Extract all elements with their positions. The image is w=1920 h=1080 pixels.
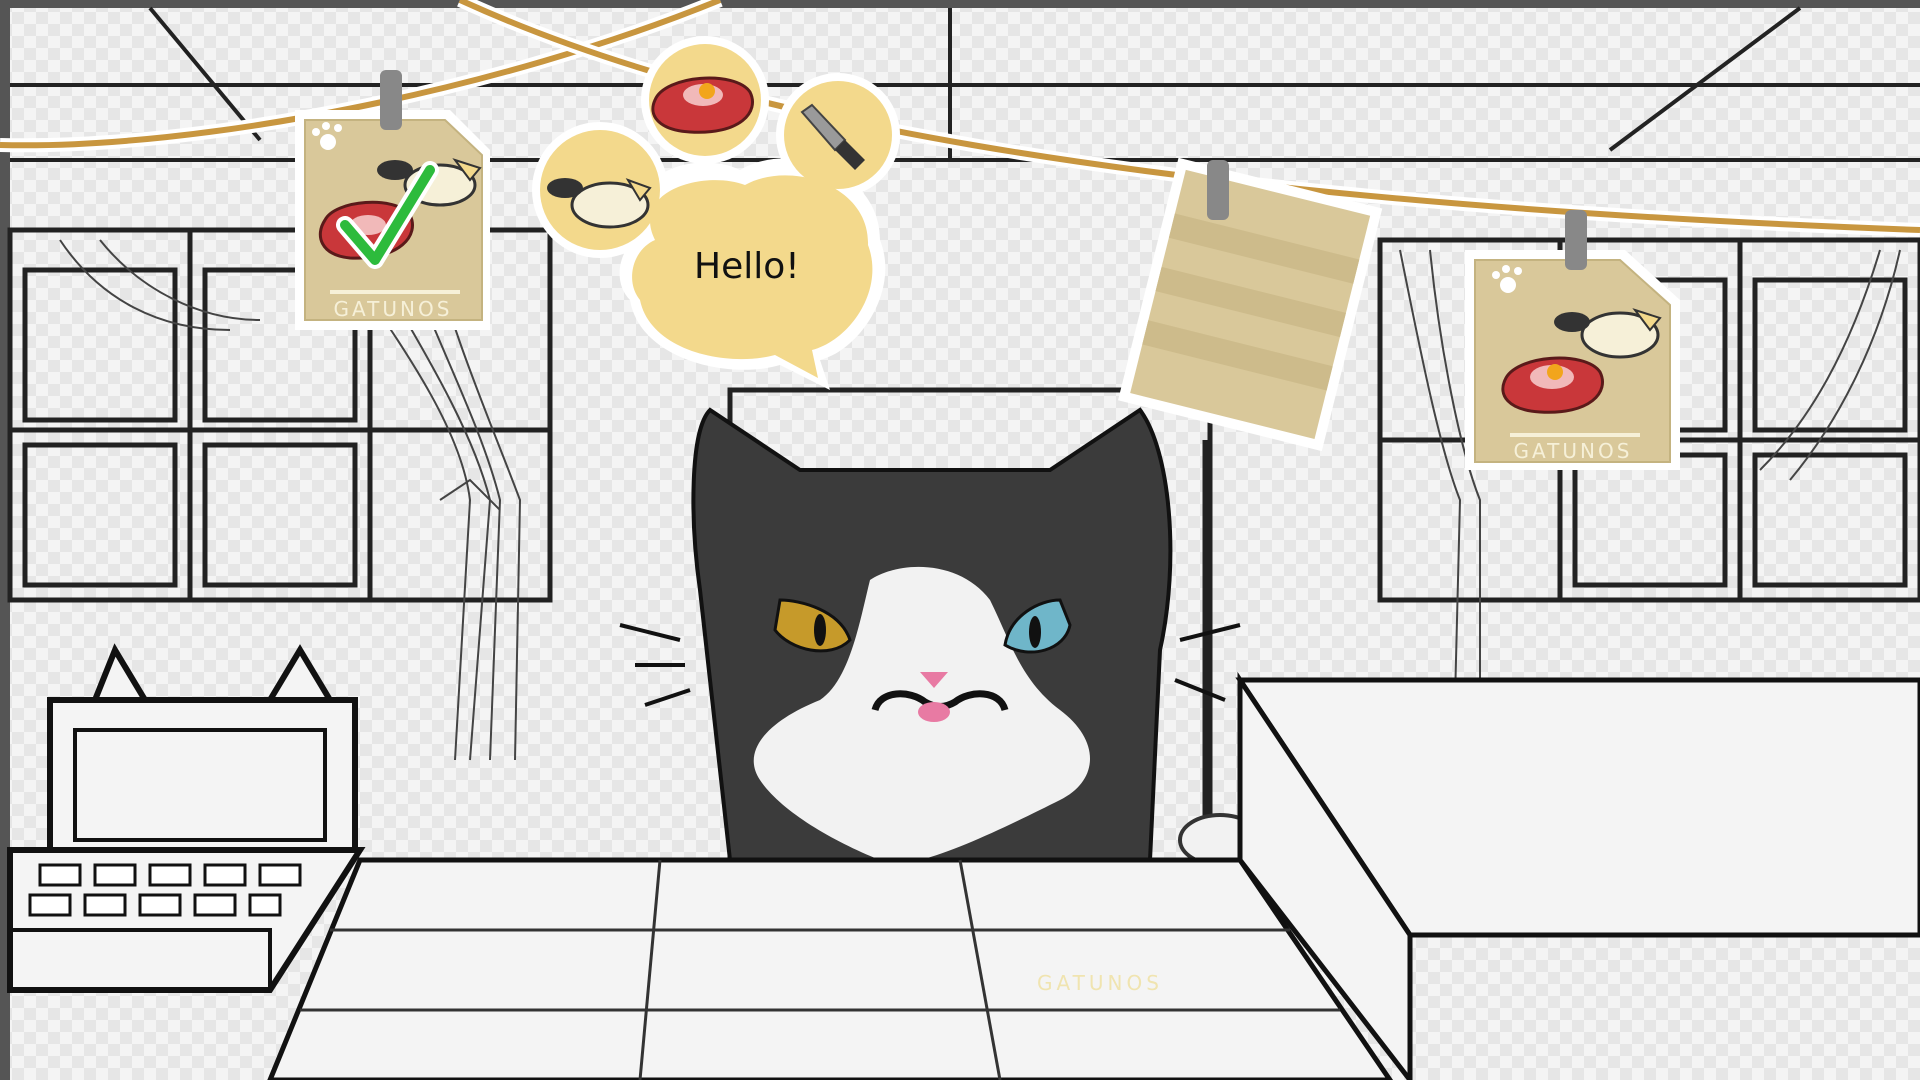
steak-egg-icon [1501, 356, 1604, 414]
clothespin-icon [1207, 160, 1229, 220]
cat-right-pupil [1029, 616, 1041, 648]
game-stage: GATUNOS GATUNOS GATUNOS Hello! [0, 0, 1920, 1080]
steak-egg-icon [651, 76, 754, 134]
clothespin-icon [380, 70, 402, 130]
order-card-3-brand: GATUNOS [1514, 439, 1633, 463]
speech-text: Hello! [694, 246, 800, 287]
front-counter [267, 857, 1394, 1080]
cat-tongue [918, 702, 950, 722]
top-frame [0, 0, 1920, 8]
order-card-1-brand: GATUNOS [334, 297, 453, 321]
cat-left-pupil [814, 614, 826, 646]
cafe-scene: GATUNOS GATUNOS GATUNOS [0, 0, 1920, 1080]
counter-brand: GATUNOS [1037, 971, 1163, 995]
clothespin-icon [1565, 210, 1587, 270]
